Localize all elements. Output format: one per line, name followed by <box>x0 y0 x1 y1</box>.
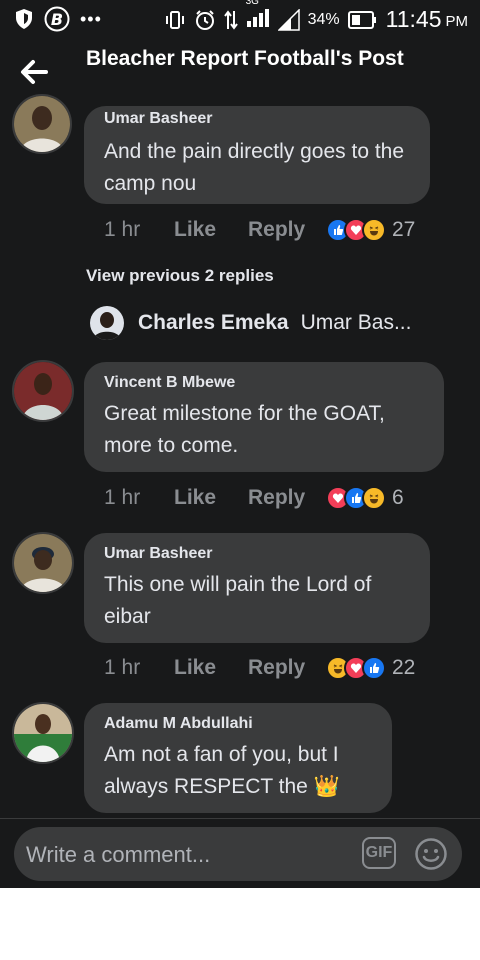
page-title: Bleacher Report Football's Post <box>86 47 404 70</box>
like-button[interactable]: Like <box>174 218 248 242</box>
signal-empty-icon <box>277 8 300 31</box>
comment-composer-bar: GIF <box>0 818 480 888</box>
comment-author[interactable]: Adamu M Abdullahi <box>104 713 372 735</box>
comment-text: This one will pain the Lord of eibar <box>104 573 372 628</box>
reply-button[interactable]: Reply <box>248 486 330 510</box>
avatar[interactable] <box>12 702 74 764</box>
comment-bubble[interactable]: Umar Basheer And the pain directly goes … <box>84 106 430 204</box>
avatar[interactable] <box>12 94 72 154</box>
avatar[interactable] <box>12 532 74 594</box>
status-bar-right: 3G 34% 11:45 PM <box>164 0 469 33</box>
like-reaction-icon <box>362 656 386 680</box>
comment-bubble[interactable]: Vincent B Mbewe Great milestone for the … <box>84 362 444 472</box>
data-arrows-icon <box>223 9 238 30</box>
comment-author[interactable]: Vincent B Mbewe <box>104 372 424 394</box>
comment-bubble[interactable]: Adamu M Abdullahi Am not a fan of you, b… <box>84 703 392 813</box>
comment-text-content: Am not a fan of you, but I always RESPEC… <box>104 743 339 798</box>
comment-actions: 1 hr Like Reply 22 <box>104 656 415 680</box>
network-label: 3G <box>245 0 259 7</box>
emoji-icon[interactable] <box>414 837 448 871</box>
comment-actions: 1 hr Like Reply 6 <box>104 486 404 510</box>
gif-button[interactable]: GIF <box>362 837 396 869</box>
haha-reaction-icon <box>362 486 386 510</box>
avatar[interactable] <box>90 306 124 340</box>
clock-ampm: PM <box>445 13 469 30</box>
clock-time: 11:45 <box>385 6 442 32</box>
reactions-summary[interactable]: 6 <box>326 486 404 510</box>
reaction-count: 27 <box>392 218 416 241</box>
comment-time[interactable]: 1 hr <box>104 656 174 680</box>
network-indicator: 3G <box>246 0 270 33</box>
alarm-icon <box>195 9 214 30</box>
shield-icon <box>16 9 32 29</box>
battery-percent: 34% <box>307 10 340 28</box>
comment-actions: 1 hr Like Reply 27 <box>104 218 415 242</box>
reply-preview-author[interactable]: Charles Emeka <box>138 311 289 335</box>
crown-emoji-icon: 👑 <box>313 775 340 798</box>
reply-button[interactable]: Reply <box>248 656 330 680</box>
reactions-summary[interactable]: 22 <box>326 656 415 680</box>
back-arrow-icon[interactable] <box>18 56 50 88</box>
b-app-icon: B <box>44 6 70 32</box>
comment-text: Am not a fan of you, but I always RESPEC… <box>104 739 372 803</box>
comment-time[interactable]: 1 hr <box>104 486 174 510</box>
view-previous-replies-link[interactable]: View previous 2 replies <box>86 266 274 286</box>
app-screen: B ••• 3G 34% 11:45 PM Bleacher Report Fo… <box>0 0 480 888</box>
page-header: Bleacher Report Football's Post <box>0 38 480 106</box>
like-button[interactable]: Like <box>174 656 248 680</box>
comment-author[interactable]: Umar Basheer <box>104 108 410 130</box>
signal-icon <box>246 9 269 27</box>
reaction-count: 22 <box>392 656 416 679</box>
status-bar: B ••• 3G 34% 11:45 PM <box>0 0 480 38</box>
comment-composer: GIF <box>14 827 462 881</box>
reply-preview[interactable]: Charles Emeka Umar Bas... <box>90 306 411 340</box>
reactions-summary[interactable]: 27 <box>326 218 415 242</box>
like-button[interactable]: Like <box>174 486 248 510</box>
reply-preview-text: Umar Bas... <box>300 311 412 334</box>
svg-text:B: B <box>51 10 63 29</box>
vibrate-icon <box>165 10 184 29</box>
battery-icon <box>347 10 376 29</box>
comment-input[interactable] <box>24 837 358 873</box>
reaction-count: 6 <box>392 486 404 509</box>
status-bar-left: B ••• <box>14 6 102 32</box>
comment-author[interactable]: Umar Basheer <box>104 543 410 565</box>
comment-bubble[interactable]: Umar Basheer This one will pain the Lord… <box>84 533 430 643</box>
comment-text: Great milestone for the GOAT, more to co… <box>104 402 385 457</box>
haha-reaction-icon <box>362 218 386 242</box>
comment-text: And the pain directly goes to the camp n… <box>104 140 405 195</box>
comment-time[interactable]: 1 hr <box>104 218 174 242</box>
avatar[interactable] <box>12 360 74 422</box>
reply-button[interactable]: Reply <box>248 218 330 242</box>
more-dots-icon: ••• <box>80 8 102 29</box>
